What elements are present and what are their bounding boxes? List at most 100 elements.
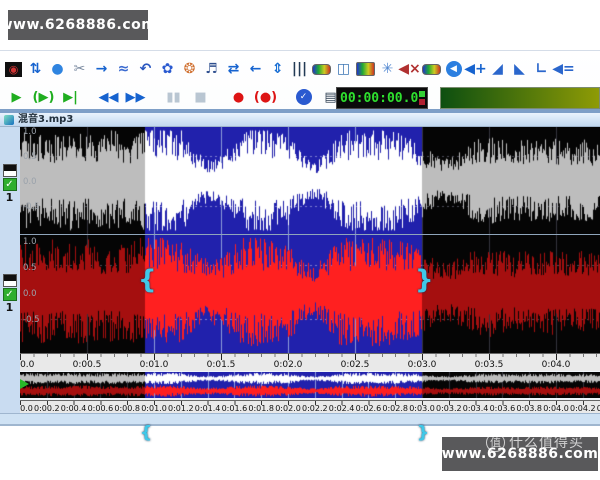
- channel-2-mode-button[interactable]: [3, 274, 17, 287]
- overview-time-label: 0:02.0: [275, 404, 301, 413]
- volume-restore-icon[interactable]: ◣: [509, 58, 530, 81]
- stop-button[interactable]: ■: [187, 86, 214, 108]
- expand-vertical-icon[interactable]: ⇅: [25, 58, 46, 81]
- speaker-adjust-icon[interactable]: ◀+: [465, 58, 486, 81]
- waveform-main[interactable]: [20, 127, 600, 353]
- finish-marker-icon[interactable]: ∟: [531, 58, 552, 81]
- overview-time-label: 0:00.2: [34, 404, 60, 413]
- amplitude-label: 0.0: [23, 290, 37, 299]
- spark-icon[interactable]: ✳: [377, 58, 398, 81]
- overview-selection-start-handle[interactable]: {: [140, 425, 152, 442]
- overview-time-label: 0:04.0: [543, 404, 569, 413]
- wave-gain-icon[interactable]: ≈: [113, 58, 134, 81]
- mixer-gradient-icon[interactable]: [355, 58, 376, 81]
- record-selection-button[interactable]: (●): [252, 86, 279, 108]
- overview-time-label: 0:00.8: [114, 404, 140, 413]
- overview-time-label: 0:03.8: [516, 404, 542, 413]
- document-icon: [4, 115, 14, 125]
- stop-button-glyph: ■: [194, 90, 206, 105]
- curtain-doors-icon[interactable]: ◫: [333, 58, 354, 81]
- wave-gain-icon-glyph: ≈: [118, 61, 130, 77]
- spectrum-box-icon-glyph: [422, 64, 441, 75]
- gear-icon[interactable]: ✿: [157, 58, 178, 81]
- rewind-button[interactable]: ◀◀: [95, 86, 122, 108]
- spectrum-box-icon[interactable]: [421, 58, 442, 81]
- sphere-updown-icon[interactable]: ⇕: [267, 58, 288, 81]
- overview-time-label: 0:02.6: [356, 404, 382, 413]
- channel-1-mode-glyph: [4, 165, 16, 171]
- channel-2-enable-button[interactable]: ✓: [3, 288, 17, 301]
- time-ruler-overview: 0:00.00:00.20:00.40:00.60:00.80:01.00:01…: [20, 400, 600, 414]
- volume-max-icon[interactable]: ◢: [487, 58, 508, 81]
- play-selection-button[interactable]: (▶): [30, 86, 57, 108]
- swap-direction-icon[interactable]: ⇄: [223, 58, 244, 81]
- color-wheel-icon[interactable]: ❂: [179, 58, 200, 81]
- overview-time-label: 0:03.0: [409, 404, 435, 413]
- amplitude-label: 0.5: [23, 153, 37, 162]
- speaker-level-icon[interactable]: ◀=: [553, 58, 574, 81]
- device-monitor-icon[interactable]: ◉: [3, 58, 24, 81]
- arrow-left-icon[interactable]: ←: [245, 58, 266, 81]
- channel-1-mode-button[interactable]: [3, 164, 17, 177]
- device-monitor-icon-glyph: ◉: [5, 62, 22, 77]
- channel-divider: [20, 234, 600, 235]
- notation-sheet-icon[interactable]: ♬: [201, 58, 222, 81]
- speaker-round-icon[interactable]: ◀: [443, 58, 464, 81]
- waveform-overview[interactable]: [20, 372, 600, 398]
- cut-scissors-icon-glyph: ✂: [74, 61, 86, 77]
- volume-restore-icon-glyph: ◣: [514, 61, 525, 77]
- red-led: [419, 99, 425, 105]
- speaker-level-icon-glyph: ◀=: [552, 61, 575, 77]
- speaker-mute-icon[interactable]: ◀×: [399, 58, 420, 81]
- grab-sphere-icon-glyph: ●: [51, 61, 63, 77]
- window-bottom-border: [0, 424, 600, 426]
- volume-max-icon-glyph: ◢: [492, 61, 503, 77]
- overview-time-label: 0:03.4: [463, 404, 489, 413]
- overview-time-label: 0:00.4: [61, 404, 87, 413]
- channel-2-number: 1: [6, 302, 14, 313]
- ruler-left-gap: [0, 353, 20, 370]
- play-all-button[interactable]: ▶|: [57, 86, 84, 108]
- overview-time-label: 0:01.2: [168, 404, 194, 413]
- fast-forward-button-glyph: ▶▶: [126, 90, 146, 105]
- finish-marker-icon-glyph: ∟: [536, 61, 548, 77]
- fast-forward-button[interactable]: ▶▶: [122, 86, 149, 108]
- undo-icon[interactable]: ↶: [135, 58, 156, 81]
- overview-time-label: 0:03.6: [490, 404, 516, 413]
- time-label: 0:03.0: [408, 360, 437, 370]
- monitor-check-button[interactable]: ✓: [290, 86, 317, 108]
- color-wheel-icon-glyph: ❂: [184, 61, 196, 77]
- play-selection-button-glyph: (▶): [33, 90, 55, 105]
- equalizer-sliders-icon[interactable]: |||: [289, 58, 310, 81]
- rewind-button-glyph: ◀◀: [99, 90, 119, 105]
- amplitude-label: -0.5: [23, 203, 40, 212]
- gradient-pill-icon[interactable]: [311, 58, 332, 81]
- playback-start-marker[interactable]: [20, 379, 29, 389]
- mixer-gradient-icon-glyph: [356, 62, 375, 76]
- record-button[interactable]: ●: [225, 86, 252, 108]
- overlay-watermark: 值 什么值得买: [486, 432, 584, 452]
- document-titlebar[interactable]: 混音3.mp3: [0, 113, 600, 127]
- time-label: 0:03.5: [475, 360, 504, 370]
- selection-end-handle[interactable]: }: [415, 267, 434, 293]
- pause-button[interactable]: ▮▮: [160, 86, 187, 108]
- play-button[interactable]: ▶: [3, 86, 30, 108]
- paste-arrow-icon[interactable]: →: [91, 58, 112, 81]
- overview-selection-end-handle[interactable]: }: [417, 425, 429, 442]
- paste-arrow-icon-glyph: →: [96, 61, 108, 77]
- overview-time-label: 0:01.0: [141, 404, 167, 413]
- time-display-value: 00:00:00.0: [337, 91, 418, 106]
- grab-sphere-icon[interactable]: ●: [47, 58, 68, 81]
- overlay-watermark-logo: 值: [486, 433, 505, 452]
- overview-time-label: 0:04.2: [570, 404, 596, 413]
- expand-vertical-icon-glyph: ⇅: [30, 61, 42, 77]
- speaker-adjust-icon-glyph: ◀+: [464, 61, 487, 77]
- amplitude-label: 0.0: [23, 178, 37, 187]
- cut-scissors-icon[interactable]: ✂: [69, 58, 90, 81]
- selection-start-handle[interactable]: {: [138, 267, 157, 293]
- record-button-glyph: ●: [233, 90, 244, 105]
- channel-1-enable-button[interactable]: ✓: [3, 178, 17, 191]
- notation-sheet-icon-glyph: ♬: [205, 61, 218, 77]
- channel-1-controls: ✓ 1: [2, 164, 17, 203]
- gradient-pill-icon-glyph: [312, 64, 331, 75]
